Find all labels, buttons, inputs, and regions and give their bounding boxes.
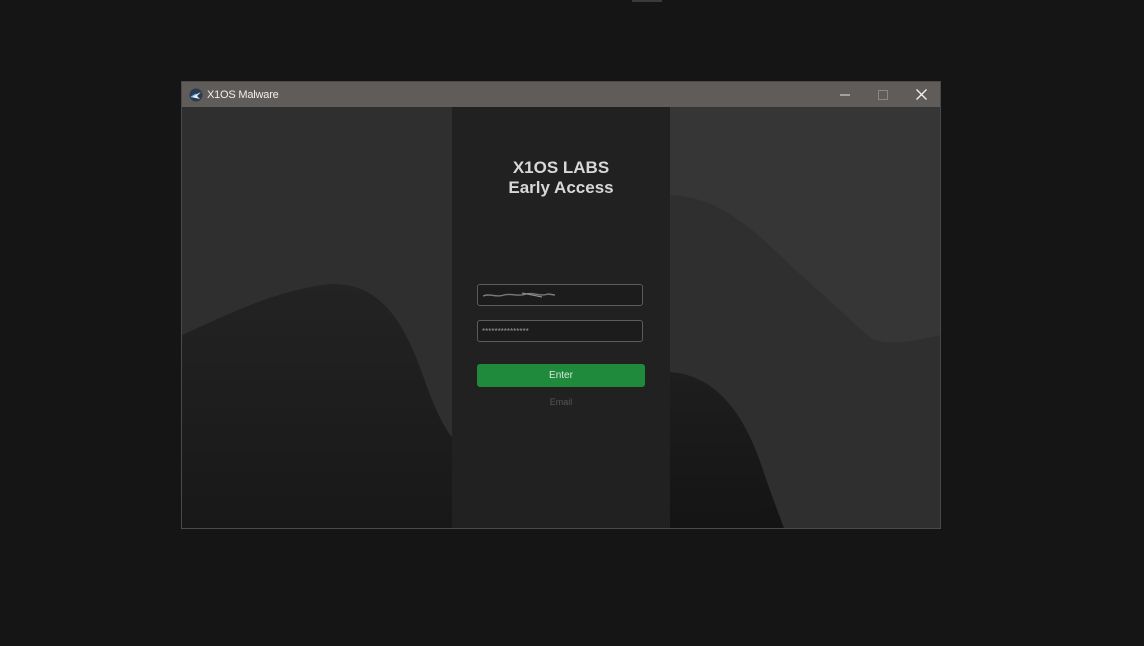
maximize-icon [878, 89, 888, 100]
password-input[interactable] [478, 321, 642, 342]
window-controls [826, 82, 940, 107]
heading-line-brand: X1OS LABS [512, 158, 610, 177]
minimize-button[interactable] [826, 82, 864, 107]
login-heading: X1OS LABS Early Access [452, 158, 670, 198]
close-icon [915, 89, 927, 100]
heading-line-subtitle: Early Access [508, 178, 614, 197]
app-window: X1OS Malware X1OS LABS Early Access ****… [182, 82, 940, 528]
desktop-top-notch [632, 0, 662, 2]
x1os-app-icon [189, 88, 203, 102]
enter-button[interactable]: Enter [477, 364, 645, 387]
window-title: X1OS Malware [207, 88, 279, 101]
maximize-button[interactable] [864, 82, 902, 107]
email-link[interactable]: Email [452, 397, 670, 407]
close-button[interactable] [902, 82, 940, 107]
minimize-icon [840, 94, 850, 95]
title-bar[interactable]: X1OS Malware [182, 82, 940, 107]
username-input[interactable] [478, 285, 642, 306]
password-field[interactable] [477, 320, 643, 342]
login-panel: X1OS LABS Early Access Enter Email [452, 107, 670, 528]
window-content: X1OS LABS Early Access Enter Email [182, 107, 940, 528]
username-field[interactable] [477, 284, 643, 306]
